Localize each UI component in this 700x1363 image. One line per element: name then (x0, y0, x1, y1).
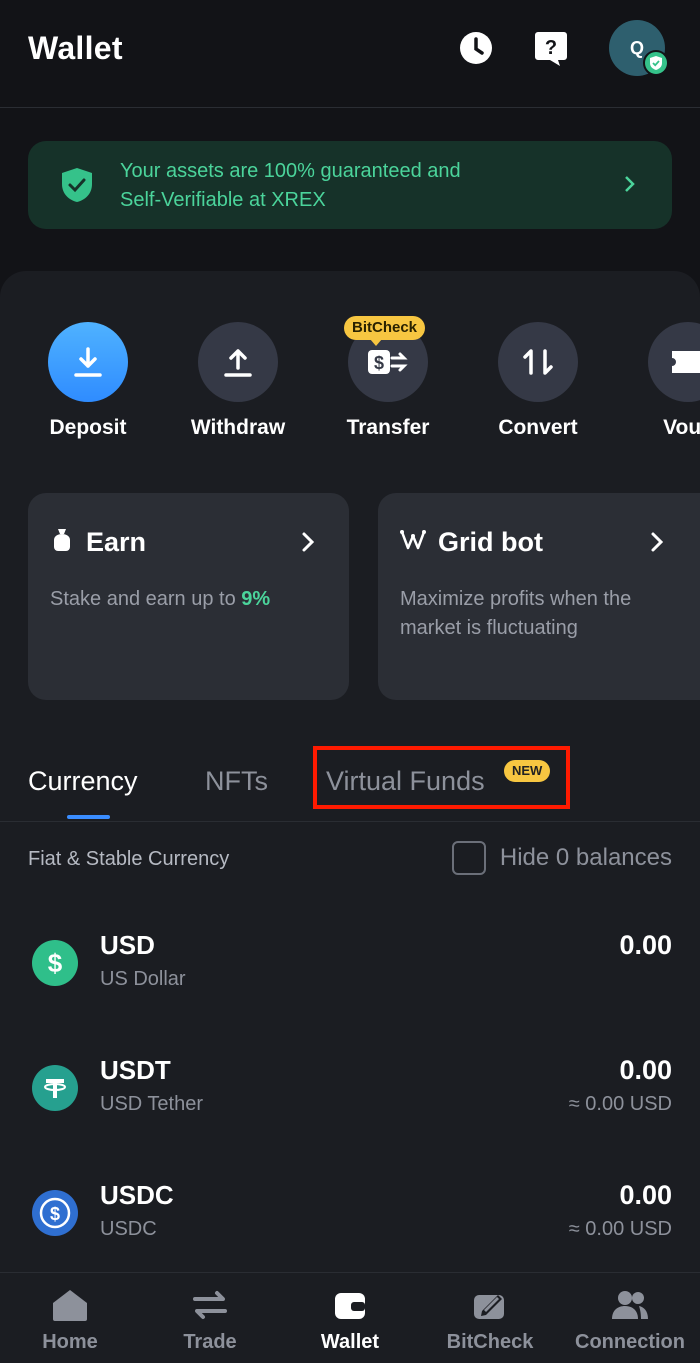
assets-guaranteed-banner[interactable]: Your assets are 100% guaranteed and Self… (28, 141, 672, 229)
currency-row-usdc[interactable]: $ USDC USDC 0.00 ≈ 0.00 USD (0, 1180, 700, 1280)
page-title: Wallet (28, 30, 123, 66)
convert-label: Convert (498, 416, 578, 439)
currency-row-usd[interactable]: $ USD US Dollar 0.00 (0, 930, 700, 1030)
currency-name: USD Tether (100, 1093, 204, 1115)
withdraw-button[interactable]: Withdraw (178, 322, 298, 440)
tab-currency[interactable]: Currency (28, 766, 138, 797)
currency-amount: 0.00 (619, 930, 672, 960)
earn-card[interactable]: Earn Stake and earn up to 9% (28, 493, 349, 700)
quick-actions: Deposit Withdraw $ Transfer Convert Vouc (0, 322, 700, 452)
active-tab-indicator (67, 815, 110, 819)
nav-connection[interactable]: Connection (560, 1287, 700, 1354)
voucher-label: Vouc (663, 416, 700, 439)
grid-bot-icon (400, 528, 426, 557)
banner-line-1: Your assets are 100% guaranteed and (120, 160, 461, 182)
currency-symbol: USDC (100, 1180, 174, 1210)
convert-button[interactable]: Convert (478, 322, 598, 440)
verified-shield-icon (643, 50, 669, 76)
earn-desc-text: Stake and earn up to (50, 588, 242, 610)
currency-usd-value: ≈ 0.00 USD (568, 1218, 672, 1240)
chevron-right-icon (650, 531, 664, 558)
banner-text: Your assets are 100% guaranteed and Self… (120, 157, 461, 215)
currency-amount: 0.00 (619, 1180, 672, 1210)
deposit-button[interactable]: Deposit (28, 322, 148, 440)
nav-trade[interactable]: Trade (140, 1287, 280, 1354)
earn-title: Earn (86, 527, 147, 557)
money-bag-icon (50, 527, 74, 558)
currency-name: US Dollar (100, 968, 186, 990)
currency-symbol: USD (100, 930, 155, 960)
chevron-right-icon (624, 175, 636, 198)
nav-trade-label: Trade (183, 1331, 237, 1353)
avatar-initial: Q (629, 37, 644, 58)
svg-text:?: ? (545, 37, 557, 59)
wallet-icon (280, 1287, 420, 1323)
withdraw-label: Withdraw (190, 416, 286, 439)
usdt-coin-icon (32, 1065, 78, 1111)
help-question-icon[interactable]: ? (531, 28, 571, 68)
history-clock-icon[interactable] (456, 28, 496, 68)
nav-wallet[interactable]: Wallet (280, 1287, 420, 1354)
trade-arrows-icon (140, 1287, 280, 1323)
hide-zero-balances-toggle[interactable]: Hide 0 balances (451, 841, 672, 875)
nav-home-label: Home (42, 1331, 98, 1353)
grid-bot-title: Grid bot (438, 527, 543, 557)
annotation-highlight-box (313, 746, 570, 809)
section-title: Fiat & Stable Currency (28, 848, 230, 870)
banner-line-2: Self-Verifiable at XREX (120, 189, 326, 211)
grid-bot-description: Maximize profits when the market is fluc… (400, 588, 632, 639)
nav-bitcheck[interactable]: BitCheck (420, 1287, 560, 1354)
transfer-label: Transfer (346, 416, 430, 439)
home-icon (0, 1287, 140, 1323)
download-icon (48, 322, 128, 402)
bottom-navigation: Home Trade Wallet BitCheck Connection (0, 1272, 700, 1363)
nav-bitcheck-label: BitCheck (446, 1331, 534, 1353)
voucher-button[interactable]: Vouc (628, 322, 700, 440)
nav-home[interactable]: Home (0, 1287, 140, 1354)
app-header: Wallet ? Q (0, 0, 700, 108)
avatar[interactable]: Q (609, 20, 669, 76)
currency-symbol: USDT (100, 1055, 171, 1085)
deposit-label: Deposit (49, 416, 127, 439)
chevron-right-icon (301, 531, 315, 558)
currency-amount: 0.00 (619, 1055, 672, 1085)
shield-check-icon (60, 167, 94, 208)
convert-icon (498, 322, 578, 402)
bitcheck-tag: BitCheck (344, 316, 426, 346)
currency-row-usdt[interactable]: USDT USD Tether 0.00 ≈ 0.00 USD (0, 1055, 700, 1155)
hide-zero-label: Hide 0 balances (499, 844, 672, 871)
svg-text:$: $ (374, 353, 384, 373)
nav-wallet-label: Wallet (320, 1331, 380, 1353)
grid-bot-card[interactable]: Grid bot Maximize profits when the marke… (378, 493, 700, 700)
hide-zero-checkbox[interactable] (451, 841, 486, 875)
earn-description: Stake and earn up to 9% (50, 585, 330, 614)
svg-text:$: $ (50, 1204, 60, 1224)
tab-nfts[interactable]: NFTs (205, 766, 268, 797)
usdc-coin-icon: $ (32, 1190, 78, 1236)
voucher-icon (648, 322, 700, 402)
upload-icon (198, 322, 278, 402)
svg-text:$: $ (48, 948, 63, 978)
earn-rate: 9% (241, 588, 271, 610)
usd-coin-icon: $ (32, 940, 78, 986)
currency-usd-value: ≈ 0.00 USD (568, 1093, 672, 1115)
nav-connection-label: Connection (575, 1331, 685, 1353)
currency-name: USDC (100, 1218, 157, 1240)
bitcheck-pen-icon (420, 1287, 560, 1323)
people-icon (560, 1287, 700, 1323)
